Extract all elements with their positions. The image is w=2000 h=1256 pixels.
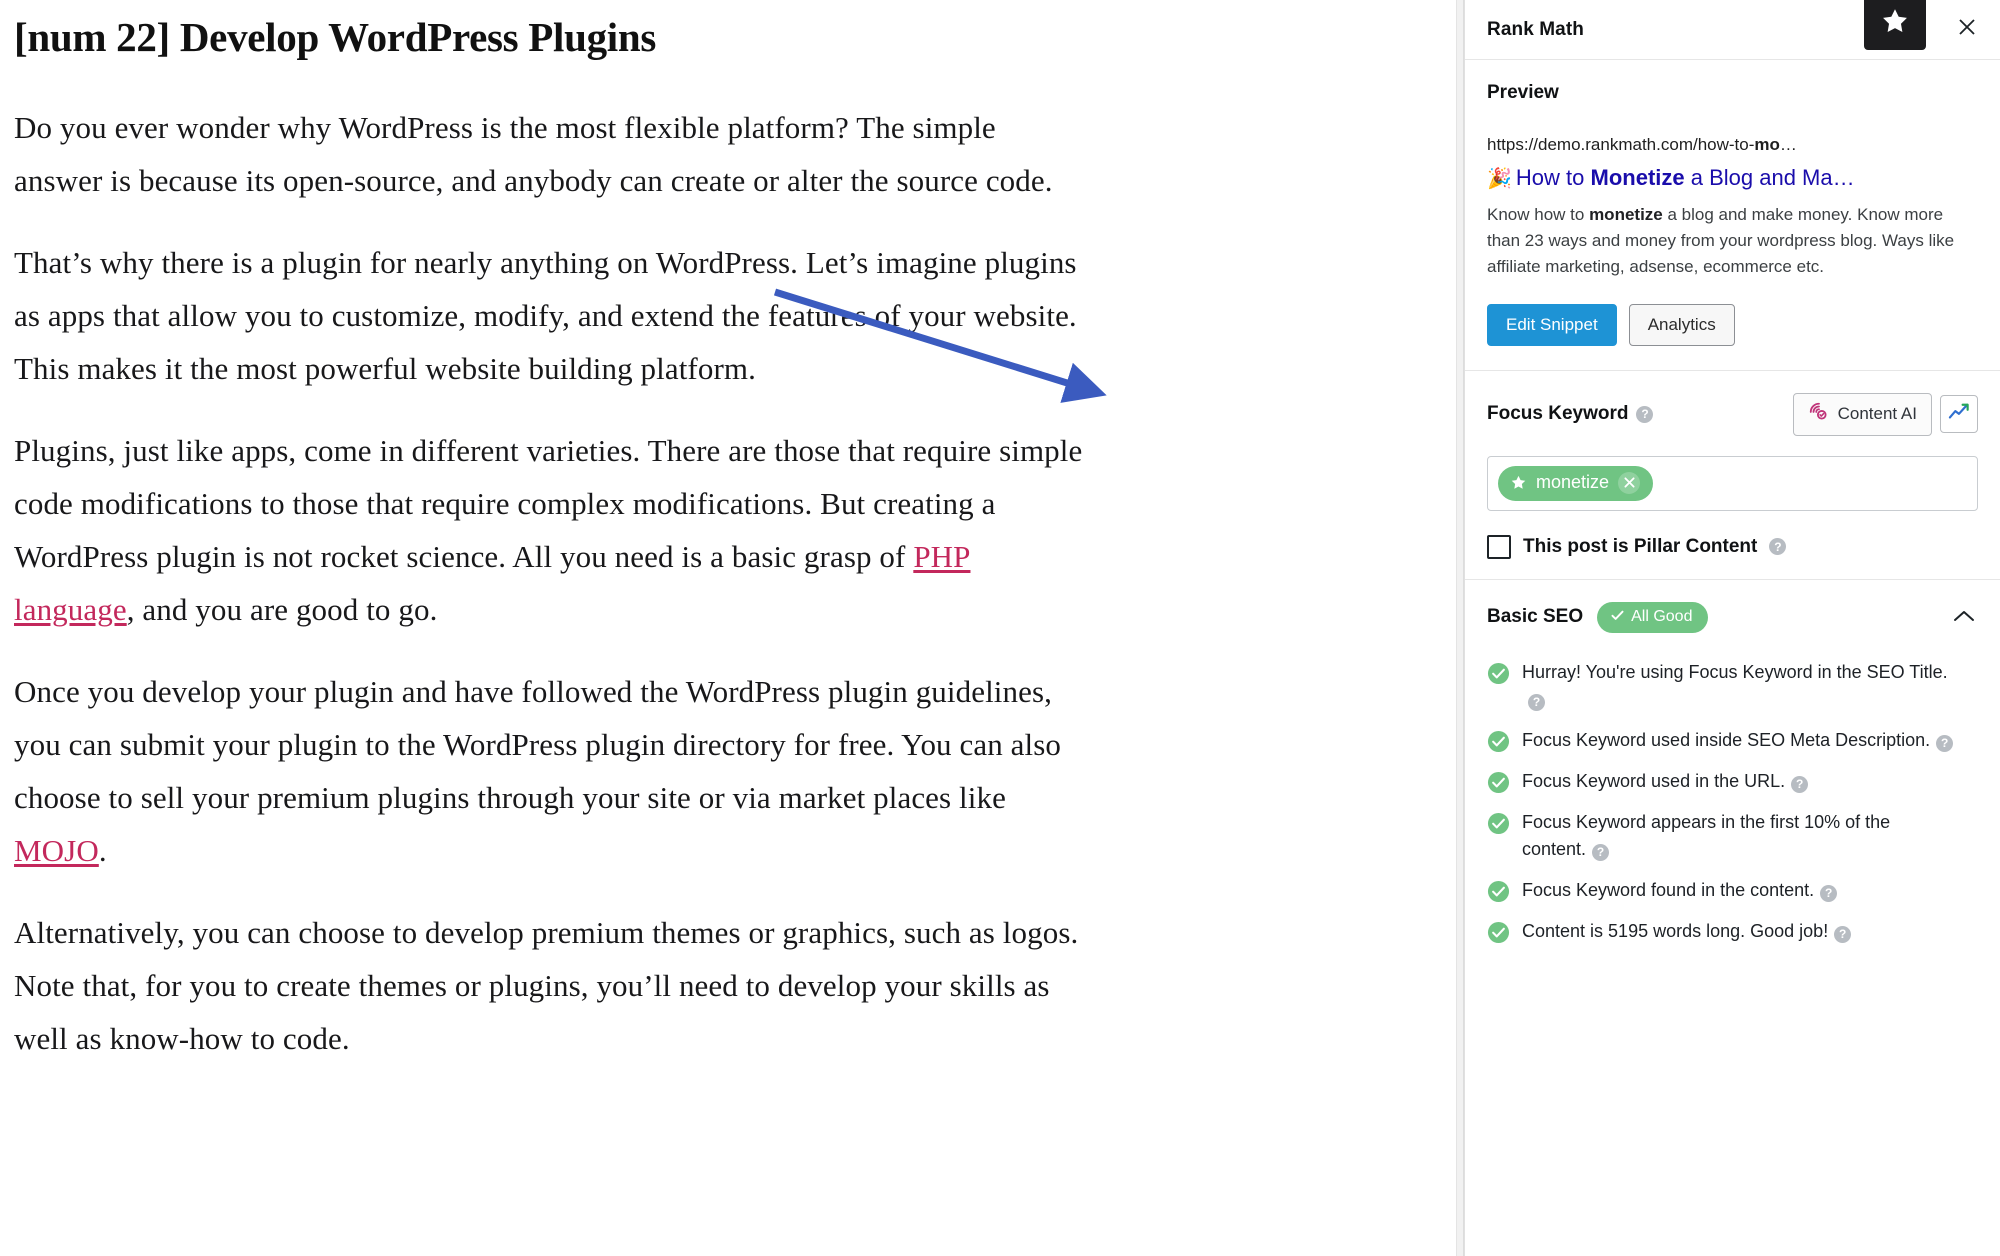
basic-seo-header[interactable]: Basic SEO All Good — [1465, 580, 2000, 633]
check-circle-icon — [1487, 921, 1510, 944]
help-icon[interactable]: ? — [1834, 925, 1852, 943]
seo-check-item: Focus Keyword used inside SEO Meta Descr… — [1487, 727, 1978, 754]
seo-check-item: Focus Keyword appears in the first 10% o… — [1487, 809, 1978, 863]
post-paragraph: Once you develop your plugin and have fo… — [14, 665, 1089, 877]
content-ai-button[interactable]: Content AI — [1792, 392, 1932, 436]
check-circle-icon — [1487, 662, 1510, 685]
post-text-run: That’s why there is a plugin for nearly … — [14, 245, 1077, 387]
party-popper-icon: 🎉 — [1487, 167, 1512, 190]
post-editor: [num 22] Develop WordPress Plugins Do yo… — [0, 0, 1456, 1256]
post-paragraph: Plugins, just like apps, come in differe… — [14, 424, 1089, 636]
rank-math-star-badge[interactable] — [1864, 0, 1926, 50]
content-ai-label: Content AI — [1837, 404, 1917, 424]
seo-check-item-text: Focus Keyword found in the content.? — [1522, 877, 1838, 904]
trend-chart-icon — [1948, 402, 1970, 427]
preview-section: Preview https://demo.rankmath.com/how-to… — [1465, 60, 2000, 371]
seo-check-item-text: Content is 5195 words long. Good job!? — [1522, 918, 1852, 945]
help-icon[interactable]: ? — [1936, 734, 1954, 752]
serp-preview-description: Know how to monetize a blog and make mon… — [1487, 202, 1957, 280]
check-circle-icon — [1487, 730, 1510, 753]
seo-check-item-label: Focus Keyword appears in the first 10% o… — [1522, 811, 1891, 859]
edit-snippet-button[interactable]: Edit Snippet — [1487, 303, 1617, 346]
seo-check-item-text: Hurray! You're using Focus Keyword in th… — [1522, 659, 1954, 713]
seo-check-item-label: Focus Keyword found in the content. — [1522, 879, 1815, 900]
star-icon — [1510, 474, 1527, 491]
post-inline-link[interactable]: MOJO — [14, 833, 99, 868]
post-paragraph: Alternatively, you can choose to develop… — [14, 906, 1089, 1065]
seo-check-item-label: Content is 5195 words long. Good job! — [1522, 920, 1829, 941]
seo-check-item-text: Focus Keyword appears in the first 10% o… — [1522, 809, 1954, 863]
seo-check-item-label: Focus Keyword used in the URL. — [1522, 770, 1786, 791]
app-root: [num 22] Develop WordPress Plugins Do yo… — [0, 0, 2000, 1256]
sidebar-header: Rank Math — [1465, 0, 2000, 60]
rank-math-sidebar: Rank Math Preview https://demo.rankmath.… — [1464, 0, 2000, 1256]
serp-desc-lead: Know how to — [1487, 204, 1590, 224]
help-icon[interactable]: ? — [1769, 538, 1787, 556]
focus-keyword-tag-label: monetize — [1536, 472, 1610, 493]
sidebar-title: Rank Math — [1487, 18, 1584, 40]
post-text-run: Once you develop your plugin and have fo… — [14, 674, 1062, 816]
basic-seo-title: Basic SEO — [1487, 606, 1584, 628]
serp-url-plain: https://demo.rankmath.com/how-to- — [1487, 135, 1755, 154]
post-paragraph: That’s why there is a plugin for nearly … — [14, 236, 1089, 395]
seo-check-item-label: Hurray! You're using Focus Keyword in th… — [1522, 661, 1948, 682]
status-badge-label: All Good — [1631, 607, 1693, 625]
analytics-button[interactable]: Analytics — [1628, 303, 1735, 346]
serp-preview-url: https://demo.rankmath.com/how-to-mo… — [1487, 132, 1978, 158]
serp-title-lead: How to — [1515, 164, 1591, 190]
focus-keyword-input[interactable]: monetize — [1487, 455, 1978, 511]
post-text-run: . — [98, 833, 107, 869]
basic-seo-section: Basic SEO All Good Hurray! You're using … — [1465, 580, 2000, 969]
serp-title-ellipsis: … — [1832, 164, 1855, 190]
help-icon[interactable]: ? — [1528, 693, 1545, 711]
serp-title-tail: a Blog and Ma — [1684, 164, 1833, 190]
seo-check-item-label: Focus Keyword used inside SEO Meta Descr… — [1522, 729, 1931, 750]
check-circle-icon — [1487, 812, 1510, 835]
check-circle-icon — [1487, 880, 1510, 903]
seo-check-item: Focus Keyword used in the URL.? — [1487, 768, 1978, 795]
serp-title-keyword: Monetize — [1590, 164, 1685, 190]
focus-keyword-section: Focus Keyword ? Content AI monetize This… — [1465, 371, 2000, 580]
star-icon — [1880, 6, 1910, 36]
seo-check-item: Focus Keyword found in the content.? — [1487, 877, 1978, 904]
chevron-up-icon[interactable] — [1950, 603, 1978, 631]
seo-check-item-text: Focus Keyword used inside SEO Meta Descr… — [1522, 727, 1954, 754]
basic-seo-checklist: Hurray! You're using Focus Keyword in th… — [1465, 633, 2000, 969]
post-text-run: , and you are good to go. — [126, 592, 438, 628]
post-text-run: Alternatively, you can choose to develop… — [14, 915, 1079, 1057]
serp-desc-keyword: monetize — [1589, 204, 1663, 224]
serp-url-ellipsis: … — [1779, 135, 1797, 154]
focus-keyword-label: Focus Keyword — [1487, 403, 1629, 425]
help-icon[interactable]: ? — [1592, 843, 1610, 861]
keyword-trend-button[interactable] — [1940, 395, 1978, 434]
preview-section-title: Preview — [1487, 82, 1559, 103]
editor-sidebar-divider — [1456, 0, 1464, 1256]
pillar-content-row: This post is Pillar Content ? — [1487, 534, 1978, 559]
seo-check-item: Hurray! You're using Focus Keyword in th… — [1487, 659, 1978, 713]
close-icon — [1956, 16, 1978, 43]
check-circle-icon — [1487, 771, 1510, 794]
serp-url-highlight: mo — [1754, 135, 1780, 154]
seo-check-item: Content is 5195 words long. Good job!? — [1487, 918, 1978, 945]
seo-check-item-text: Focus Keyword used in the URL.? — [1522, 768, 1809, 795]
preview-actions: Edit Snippet Analytics — [1487, 303, 1978, 346]
help-icon[interactable]: ? — [1791, 775, 1809, 793]
pillar-content-checkbox[interactable] — [1487, 534, 1511, 559]
page-title[interactable]: [num 22] Develop WordPress Plugins — [14, 14, 1416, 61]
focus-keyword-tag[interactable]: monetize — [1498, 465, 1654, 501]
serp-preview-title[interactable]: 🎉 How to Monetize a Blog and Ma… — [1487, 162, 1978, 194]
help-icon[interactable]: ? — [1820, 884, 1838, 902]
post-paragraph: Do you ever wonder why WordPress is the … — [14, 101, 1089, 207]
check-icon — [1611, 608, 1624, 626]
close-sidebar-button[interactable] — [1950, 13, 1984, 47]
help-icon[interactable]: ? — [1636, 405, 1654, 423]
pillar-content-label: This post is Pillar Content — [1523, 535, 1758, 557]
close-icon[interactable] — [1618, 471, 1641, 494]
content-ai-target-icon — [1808, 401, 1830, 428]
focus-keyword-header: Focus Keyword ? Content AI — [1487, 392, 1978, 436]
post-body[interactable]: Do you ever wonder why WordPress is the … — [14, 101, 1416, 1065]
status-badge: All Good — [1597, 601, 1709, 633]
post-text-run: Do you ever wonder why WordPress is the … — [14, 110, 1053, 199]
